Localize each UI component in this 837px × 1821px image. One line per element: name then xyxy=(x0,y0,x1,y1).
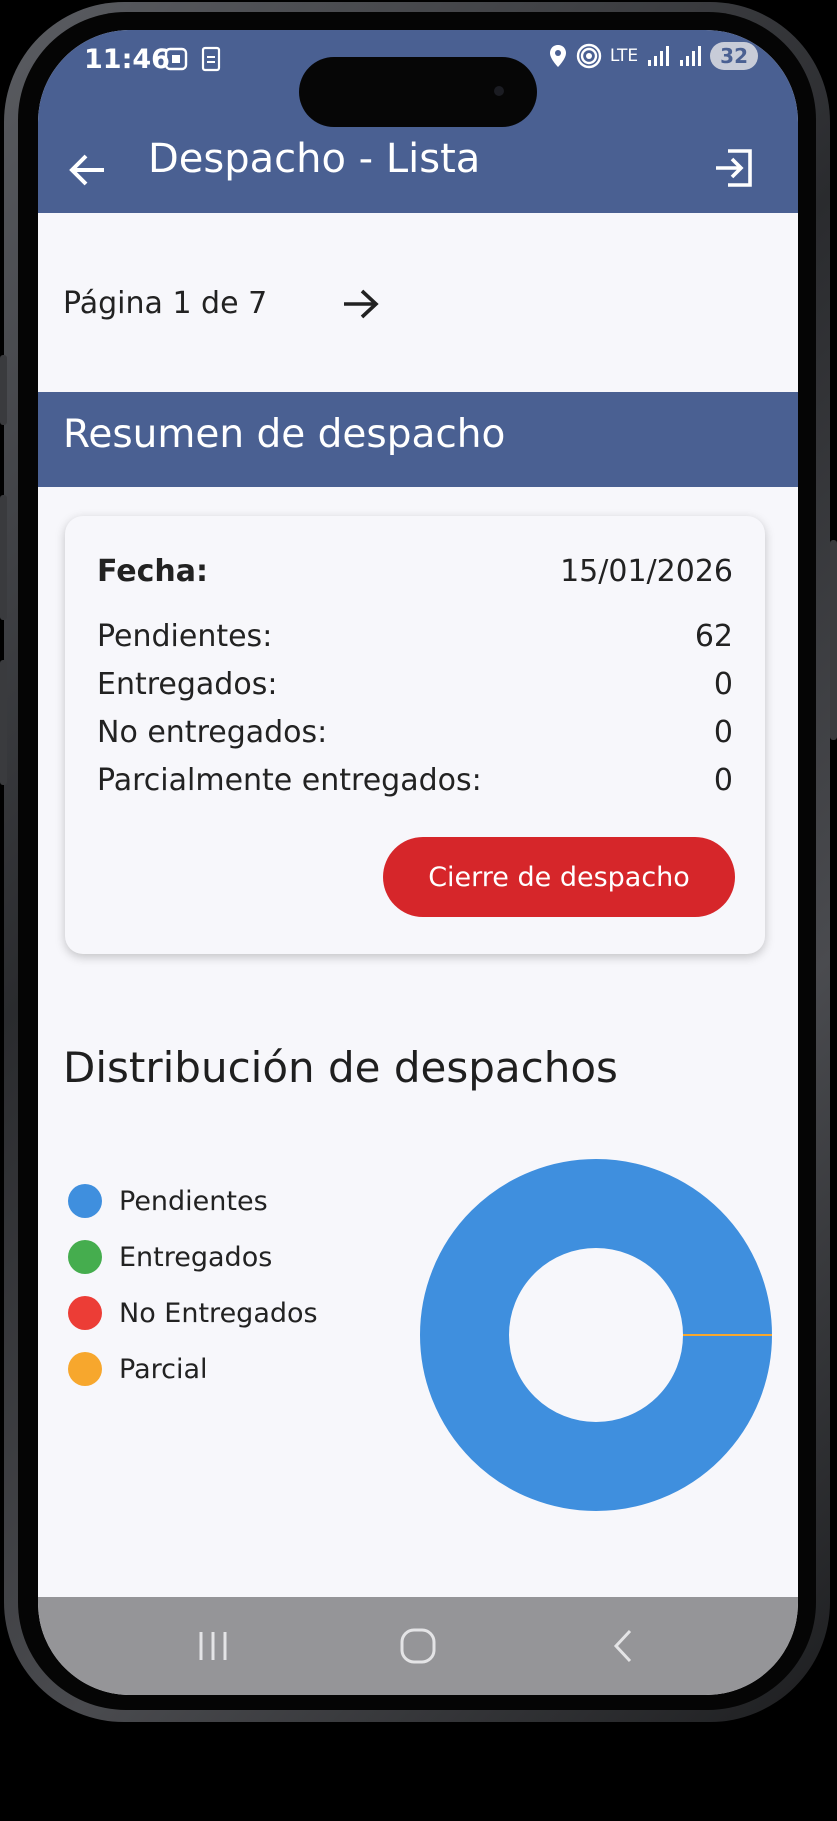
legend-swatch xyxy=(68,1352,102,1386)
hotspot-icon xyxy=(576,43,602,69)
summary-row: Entregados: 0 xyxy=(97,667,733,702)
nav-back-icon xyxy=(613,1629,632,1663)
summary-header: Resumen de despacho xyxy=(38,392,798,487)
pending-label: Pendientes: xyxy=(97,619,273,654)
back-button[interactable] xyxy=(66,148,110,192)
status-time: 11:46 xyxy=(84,44,170,75)
system-nav-bar xyxy=(38,1597,798,1695)
document-icon xyxy=(201,46,221,72)
partial-label: Parcialmente entregados: xyxy=(97,763,482,798)
legend-item: No Entregados xyxy=(68,1285,318,1341)
chart-legend: Pendientes Entregados No Entregados Parcial xyxy=(68,1173,318,1397)
app-screen: 11:46 LTE 32 Despacho - Lista Página 1 d… xyxy=(38,30,798,1695)
summary-title: Resumen de despacho xyxy=(63,412,506,457)
legend-swatch xyxy=(68,1184,102,1218)
side-button xyxy=(0,495,7,620)
summary-row: No entregados: 0 xyxy=(97,715,733,750)
next-page-button[interactable] xyxy=(340,283,382,325)
pagination-label: Página 1 de 7 xyxy=(63,286,268,321)
legend-label: Entregados xyxy=(119,1241,273,1273)
recents-icon xyxy=(199,1632,227,1660)
signal-icon xyxy=(648,46,670,66)
camera-cutout xyxy=(299,57,537,127)
legend-label: Parcial xyxy=(119,1353,208,1385)
not-delivered-label: No entregados: xyxy=(97,715,328,750)
legend-item: Pendientes xyxy=(68,1173,318,1229)
side-button xyxy=(0,660,7,785)
distribution-title: Distribución de despachos xyxy=(63,1043,618,1092)
close-dispatch-button[interactable]: Cierre de despacho xyxy=(383,837,735,917)
date-value: 15/01/2026 xyxy=(560,554,733,589)
legend-label: No Entregados xyxy=(119,1297,318,1329)
arrow-left-icon xyxy=(69,154,104,186)
pending-value: 62 xyxy=(694,619,733,654)
summary-card: Fecha: 15/01/2026 Pendientes: 62 Entrega… xyxy=(65,516,765,954)
location-icon xyxy=(549,45,566,67)
home-button[interactable] xyxy=(393,1621,443,1671)
home-icon xyxy=(400,1628,436,1664)
legend-swatch xyxy=(68,1240,102,1274)
donut-chart xyxy=(420,1159,772,1511)
date-label: Fecha: xyxy=(97,554,209,589)
arrow-right-icon xyxy=(344,289,379,319)
status-icons-left xyxy=(163,46,221,72)
screenshot-icon xyxy=(164,47,188,71)
summary-row: Parcialmente entregados: 0 xyxy=(97,763,733,798)
side-button xyxy=(830,540,837,740)
camera-lens xyxy=(494,86,504,96)
legend-item: Parcial xyxy=(68,1341,318,1397)
legend-swatch xyxy=(68,1296,102,1330)
logout-icon xyxy=(716,149,752,187)
logout-button[interactable] xyxy=(712,145,758,191)
partial-value: 0 xyxy=(713,763,733,798)
network-type: LTE xyxy=(609,46,639,66)
status-icons-right: LTE 32 xyxy=(548,42,758,70)
date-row: Fecha: 15/01/2026 xyxy=(97,554,733,589)
legend-item: Entregados xyxy=(68,1229,318,1285)
nav-back-button[interactable] xyxy=(598,1621,648,1671)
battery-indicator: 32 xyxy=(710,42,758,70)
signal-icon xyxy=(680,46,702,66)
delivered-value: 0 xyxy=(713,667,733,702)
recents-button[interactable] xyxy=(188,1621,238,1671)
not-delivered-value: 0 xyxy=(713,715,733,750)
page-title: Despacho - Lista xyxy=(148,136,481,182)
side-button xyxy=(0,355,7,425)
legend-label: Pendientes xyxy=(119,1185,268,1217)
delivered-label: Entregados: xyxy=(97,667,278,702)
summary-row: Pendientes: 62 xyxy=(97,619,733,654)
